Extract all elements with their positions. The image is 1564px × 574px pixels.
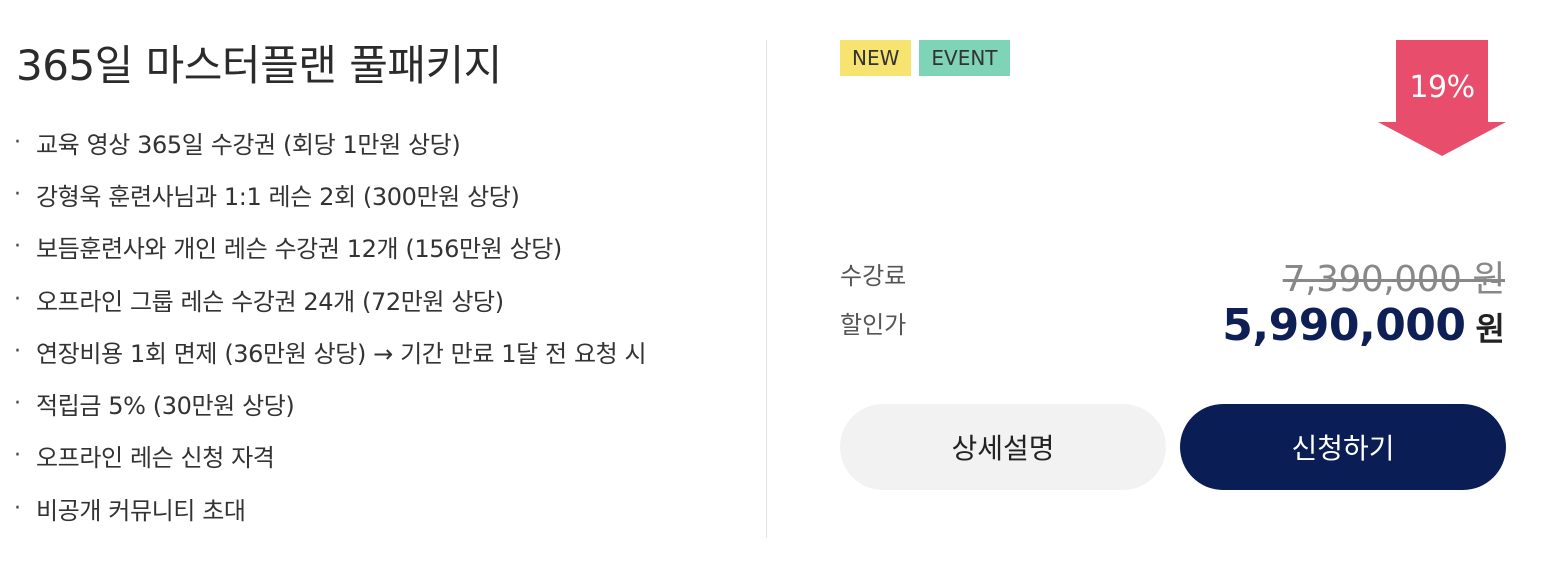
bullet-icon: · xyxy=(14,286,21,312)
feature-text: 비공개 커뮤니티 초대 xyxy=(36,496,246,525)
bullet-icon: · xyxy=(14,338,21,364)
feature-text: 오프라인 레슨 신청 자격 xyxy=(36,444,275,473)
bullet-icon: · xyxy=(14,181,21,207)
feature-item: · 오프라인 레슨 신청 자격 xyxy=(14,430,646,482)
feature-text: 적립금 5% (30만원 상당) xyxy=(36,392,295,421)
feature-text: 연장비용 1회 면제 (36만원 상당) → 기간 만료 1달 전 요청 시 xyxy=(36,339,647,368)
feature-text: 오프라인 그룹 레슨 수강권 24개 (72만원 상당) xyxy=(36,287,504,316)
feature-item: · 교육 영상 365일 수강권 (회당 1만원 상당) xyxy=(14,116,646,168)
product-title: 365일 마스터플랜 풀패키지 xyxy=(16,41,502,90)
feature-text: 교육 영상 365일 수강권 (회당 1만원 상당) xyxy=(36,130,461,159)
discount-arrow-badge: 19% xyxy=(1378,40,1506,156)
feature-item: · 강형욱 훈련사님과 1:1 레슨 2회 (300만원 상당) xyxy=(14,168,646,220)
badge-group: NEW EVENT xyxy=(840,40,1010,76)
feature-item: · 비공개 커뮤니티 초대 xyxy=(14,482,646,534)
discount-rate: 19% xyxy=(1409,70,1475,105)
bullet-icon: · xyxy=(14,234,21,260)
event-badge: EVENT xyxy=(919,40,1010,76)
feature-item: · 연장비용 1회 면제 (36만원 상당) → 기간 만료 1달 전 요청 시 xyxy=(14,325,647,377)
bullet-icon: · xyxy=(14,495,21,521)
detail-button[interactable]: 상세설명 xyxy=(840,404,1166,490)
new-badge: NEW xyxy=(840,40,912,76)
sale-price-amount: 5,990,000 xyxy=(1222,300,1466,351)
pricing-panel: NEW EVENT 19% 수강료 7,390,000 원 할인가 5,990,… xyxy=(767,0,1564,574)
sale-price-unit: 원 xyxy=(1475,310,1505,348)
feature-item: · 오프라인 그룹 레슨 수강권 24개 (72만원 상당) xyxy=(14,273,646,325)
feature-text: 강형욱 훈련사님과 1:1 레슨 2회 (300만원 상당) xyxy=(36,182,520,211)
bullet-icon: · xyxy=(14,391,21,417)
feature-item: · 적립금 5% (30만원 상당) xyxy=(14,377,646,429)
apply-button[interactable]: 신청하기 xyxy=(1180,404,1506,490)
feature-text: 보듬훈련사와 개인 레슨 수강권 12개 (156만원 상당) xyxy=(36,235,562,264)
feature-list: · 교육 영상 365일 수강권 (회당 1만원 상당) · 강형욱 훈련사님과… xyxy=(14,116,647,534)
bullet-icon: · xyxy=(14,443,21,469)
bullet-icon: · xyxy=(14,129,21,155)
product-info-panel: 365일 마스터플랜 풀패키지 · 교육 영상 365일 수강권 (회당 1만원… xyxy=(0,0,766,574)
sale-price: 5,990,000 원 xyxy=(1222,300,1505,351)
feature-item: · 보듬훈련사와 개인 레슨 수강권 12개 (156만원 상당) xyxy=(14,221,646,273)
sale-price-label: 할인가 xyxy=(840,311,907,339)
original-price: 7,390,000 원 xyxy=(1282,259,1506,300)
regular-price-label: 수강료 xyxy=(840,262,907,290)
